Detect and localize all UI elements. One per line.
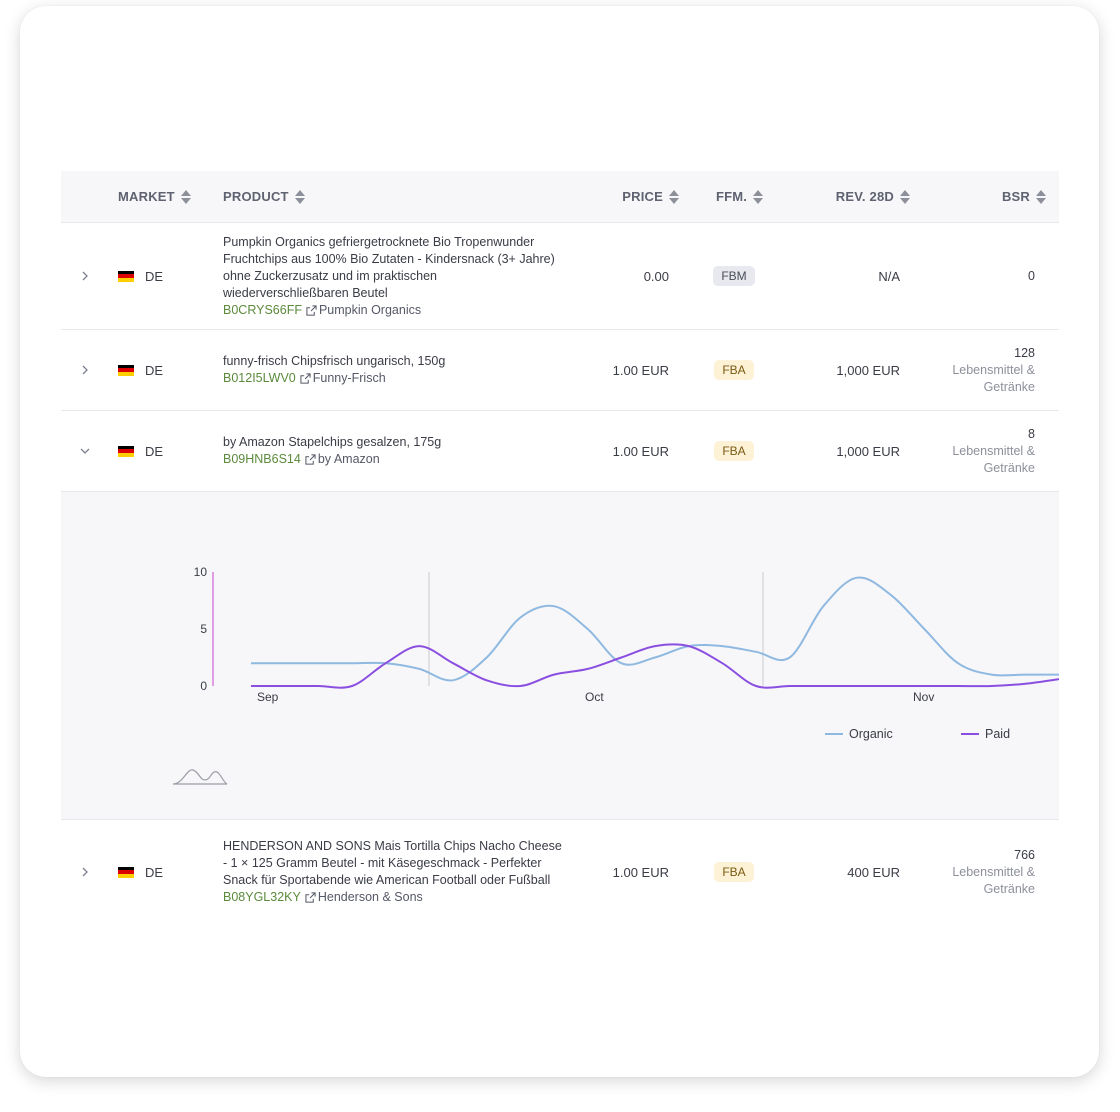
external-link-icon[interactable] xyxy=(305,892,316,903)
product-title: Pumpkin Organics gefriergetrocknete Bio … xyxy=(223,234,555,300)
brand-link[interactable]: Funny-Frisch xyxy=(313,370,386,387)
bsr-rank: 8 xyxy=(1028,426,1035,441)
table-row[interactable]: DE HENDERSON AND SONS Mais Tortilla Chip… xyxy=(61,820,1059,924)
bsr-rank: 766 xyxy=(1014,847,1035,862)
sort-icon[interactable] xyxy=(753,189,764,204)
ffm-badge: FBM xyxy=(713,266,755,286)
ffm-badge: FBA xyxy=(714,360,754,380)
de-flag-icon xyxy=(118,866,134,878)
asin-link[interactable]: B08YGL32KY xyxy=(223,889,301,906)
x-tick-label: Nov xyxy=(913,690,934,704)
rank-chart[interactable]: 0 5 10 Sep Oct Nov Organic Paid xyxy=(61,492,1059,819)
column-price[interactable]: PRICE xyxy=(622,171,679,222)
column-bsr[interactable]: BSR xyxy=(1002,171,1046,222)
sort-icon[interactable] xyxy=(900,189,910,204)
asin-link[interactable]: B09HNB6S14 xyxy=(223,451,301,468)
price-value: 1.00 EUR xyxy=(612,362,669,378)
sort-icon[interactable] xyxy=(180,189,191,204)
ffm-cell: FBM xyxy=(712,223,756,329)
table-row[interactable]: DE funny-frisch Chipsfrisch ungarisch, 1… xyxy=(61,330,1059,411)
revenue-value: 400 EUR xyxy=(847,864,900,880)
de-flag-icon xyxy=(118,445,134,457)
market-cell: DE xyxy=(118,330,163,410)
ffm-badge: FBA xyxy=(714,862,754,882)
table-row[interactable]: DE Pumpkin Organics gefriergetrocknete B… xyxy=(61,223,1059,330)
external-link-icon[interactable] xyxy=(305,454,316,465)
ffm-badge: FBA xyxy=(714,441,754,461)
asin-link[interactable]: B012I5LWV0 xyxy=(223,370,296,387)
y-tick-label: 10 xyxy=(194,565,208,579)
y-tick-label: 0 xyxy=(200,679,207,693)
brand-link[interactable]: by Amazon xyxy=(318,451,380,468)
external-link-icon[interactable] xyxy=(300,373,311,384)
column-ffm[interactable]: FFM. xyxy=(716,171,764,222)
product-table: MARKET PRODUCT PRICE FFM. REV. 28D BSR D… xyxy=(61,171,1059,924)
bsr-rank: 128 xyxy=(1014,345,1035,360)
rank-chart-panel: 0 5 10 Sep Oct Nov Organic Paid xyxy=(61,492,1059,820)
product-title: HENDERSON AND SONS Mais Tortilla Chips N… xyxy=(223,839,562,887)
ffm-cell: FBA xyxy=(712,411,756,491)
column-rev-28d[interactable]: REV. 28D xyxy=(836,171,910,222)
bsr-cell: 766 Lebensmittel & Getränke xyxy=(943,820,1035,924)
chevron-right-icon[interactable] xyxy=(77,820,93,924)
bsr-category: Lebensmittel & Getränke xyxy=(952,864,1035,896)
series-line-organic[interactable] xyxy=(251,576,1059,682)
product-title: funny-frisch Chipsfrisch ungarisch, 150g xyxy=(223,354,446,368)
chevron-down-icon[interactable] xyxy=(77,411,93,491)
product-cell: Pumpkin Organics gefriergetrocknete Bio … xyxy=(223,223,563,329)
product-cell: HENDERSON AND SONS Mais Tortilla Chips N… xyxy=(223,820,563,924)
external-link-icon[interactable] xyxy=(306,304,317,316)
legend-item-organic[interactable]: Organic xyxy=(849,727,893,741)
chevron-right-icon[interactable] xyxy=(77,223,93,329)
price-value: 0.00 xyxy=(643,268,669,284)
legend-item-paid[interactable]: Paid xyxy=(985,727,1010,741)
x-tick-label: Sep xyxy=(257,690,279,704)
x-tick-label: Oct xyxy=(585,690,604,704)
bsr-cell: 0 xyxy=(1028,223,1035,329)
column-product[interactable]: PRODUCT xyxy=(223,171,305,222)
product-cell: by Amazon Stapelchips gesalzen, 175g B09… xyxy=(223,411,563,491)
series-line-paid[interactable] xyxy=(250,643,1059,689)
bsr-category: Lebensmittel & Getränke xyxy=(952,443,1035,475)
asin-link[interactable]: B0CRYS66FF xyxy=(223,302,302,319)
table-row[interactable]: DE by Amazon Stapelchips gesalzen, 175g … xyxy=(61,411,1059,492)
column-market[interactable]: MARKET xyxy=(118,171,191,222)
sparkline-icon[interactable] xyxy=(172,769,228,785)
y-tick-label: 5 xyxy=(200,622,207,636)
bsr-rank: 0 xyxy=(1028,268,1035,283)
market-cell: DE xyxy=(118,411,163,491)
ffm-cell: FBA xyxy=(712,330,756,410)
bsr-category: Lebensmittel & Getränke xyxy=(952,362,1035,394)
sort-icon[interactable] xyxy=(1036,189,1046,204)
sort-icon[interactable] xyxy=(669,189,679,204)
revenue-value: 1,000 EUR xyxy=(836,443,900,459)
ffm-cell: FBA xyxy=(712,820,756,924)
product-title: by Amazon Stapelchips gesalzen, 175g xyxy=(223,435,442,449)
bsr-cell: 128 Lebensmittel & Getränke xyxy=(943,330,1035,410)
revenue-value: 1,000 EUR xyxy=(836,362,900,378)
product-table-card: MARKET PRODUCT PRICE FFM. REV. 28D BSR D… xyxy=(20,6,1099,1077)
chevron-right-icon[interactable] xyxy=(77,330,93,410)
price-value: 1.00 EUR xyxy=(612,864,669,880)
product-cell: funny-frisch Chipsfrisch ungarisch, 150g… xyxy=(223,330,563,410)
table-header: MARKET PRODUCT PRICE FFM. REV. 28D BSR xyxy=(61,171,1059,223)
brand-link[interactable]: Pumpkin Organics xyxy=(319,302,421,319)
market-cell: DE xyxy=(118,223,163,329)
market-cell: DE xyxy=(118,820,163,924)
price-value: 1.00 EUR xyxy=(612,443,669,459)
revenue-value: N/A xyxy=(878,268,900,284)
sort-icon[interactable] xyxy=(294,189,305,204)
bsr-cell: 8 Lebensmittel & Getränke xyxy=(943,411,1035,491)
brand-link[interactable]: Henderson & Sons xyxy=(318,889,423,906)
de-flag-icon xyxy=(118,270,134,282)
de-flag-icon xyxy=(118,364,134,376)
